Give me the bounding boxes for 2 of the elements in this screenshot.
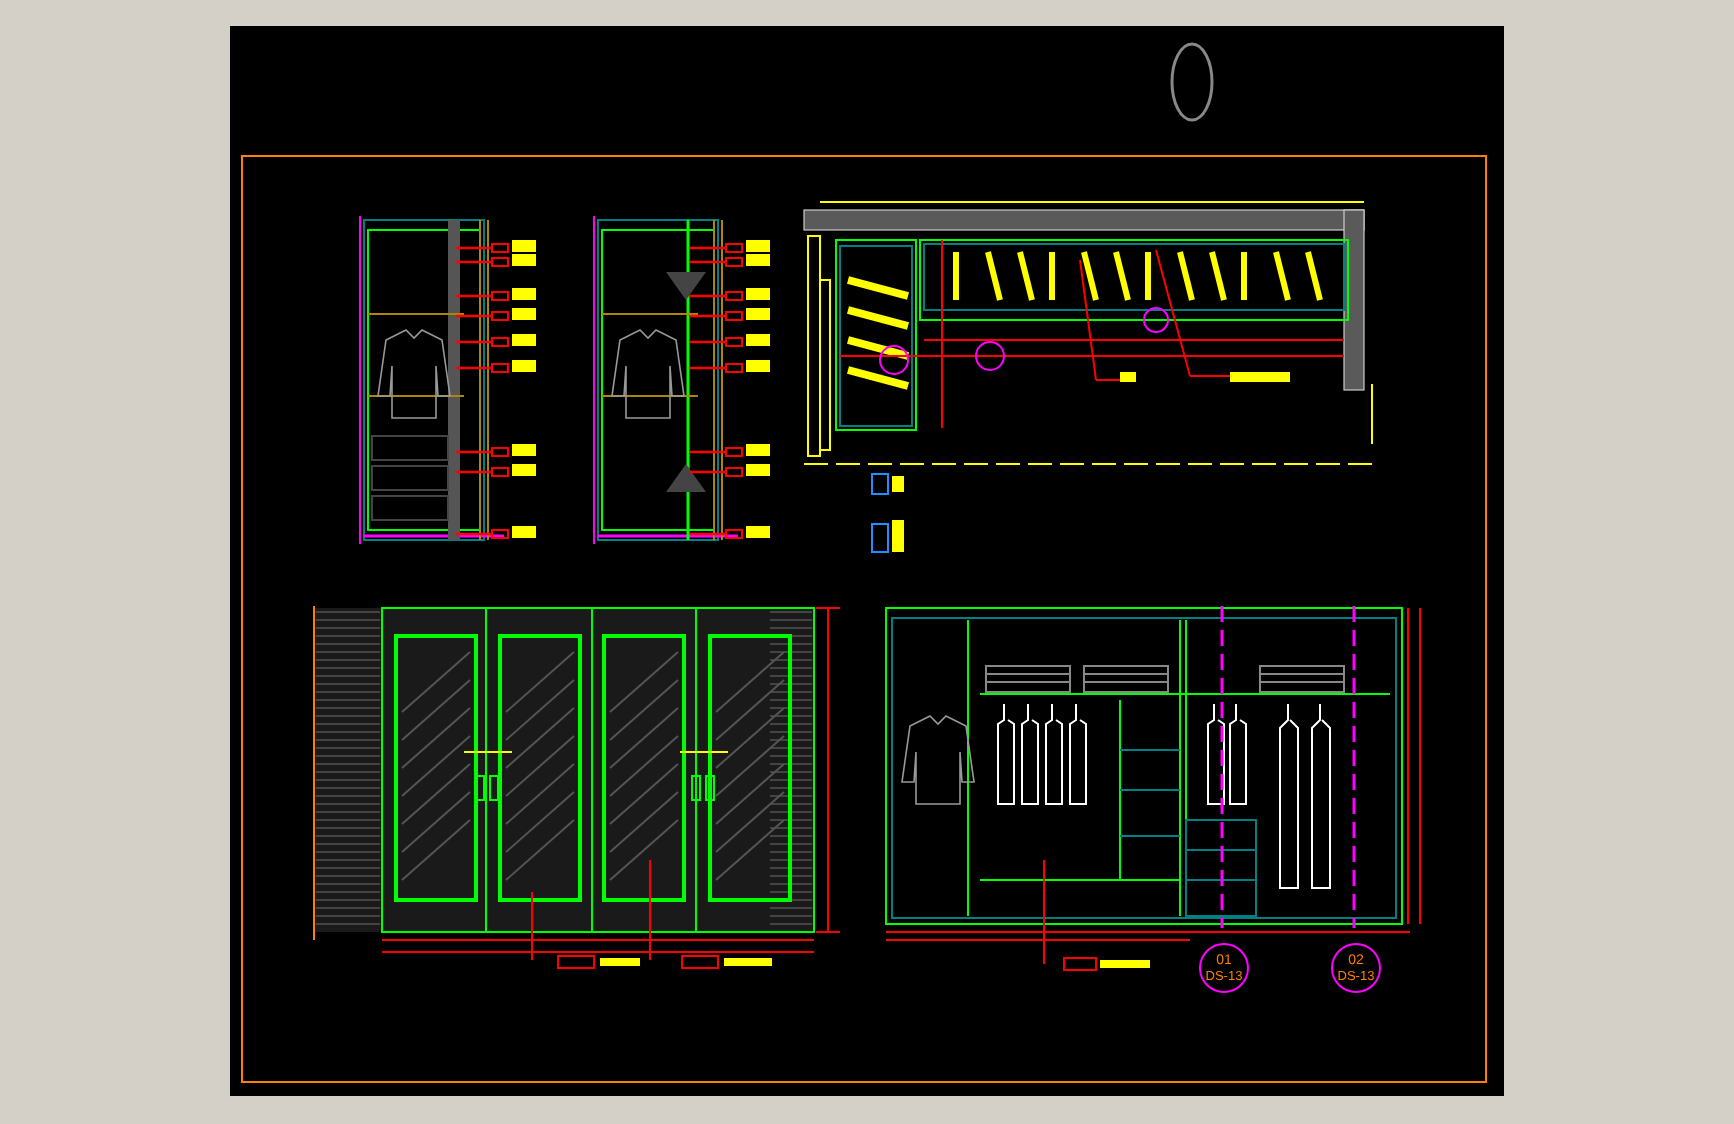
section-callout-marker xyxy=(1331,943,1381,993)
section-callout-marker xyxy=(1199,943,1249,993)
